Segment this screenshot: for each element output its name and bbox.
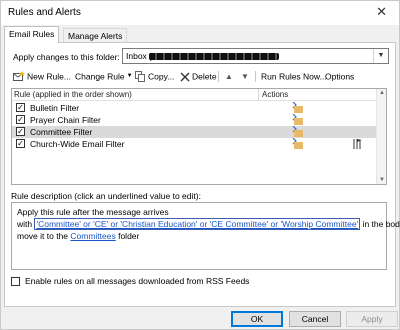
apply-changes-label: Apply changes to this folder: xyxy=(13,52,120,62)
rule-enabled-checkbox[interactable]: ✓ xyxy=(16,115,25,124)
delete-icon xyxy=(180,72,190,82)
new-rule-icon xyxy=(13,71,25,82)
tab-bar: Email Rules Manage Alerts xyxy=(4,26,396,43)
email-rules-panel: Apply changes to this folder: Inbox [ ▼ … xyxy=(4,42,400,307)
flag-icon xyxy=(353,139,362,149)
ok-button[interactable]: OK xyxy=(231,311,283,327)
rules-and-alerts-dialog: Rules and Alerts ✕ Email Rules Manage Al… xyxy=(0,0,400,330)
rules-list-header: Rule (applied in the order shown) Action… xyxy=(12,89,386,101)
scroll-down-icon[interactable]: ▼ xyxy=(377,177,387,183)
rule-name: Committee Filter xyxy=(30,127,93,137)
rule-name: Prayer Chain Filter xyxy=(30,115,101,125)
rss-checkbox[interactable] xyxy=(11,277,20,286)
column-header-actions[interactable]: Actions xyxy=(262,90,288,99)
rule-row-prayer-chain-filter[interactable]: ✓ Prayer Chain Filter xyxy=(12,114,376,126)
rule-description-label: Rule description (click an underlined va… xyxy=(11,191,201,201)
rules-toolbar: New Rule... Change Rule ▼ Copy... Delete … xyxy=(13,70,383,84)
window-title: Rules and Alerts xyxy=(8,7,81,18)
description-line-1: Apply this rule after the message arrive… xyxy=(17,207,169,217)
move-to-folder-icon xyxy=(292,114,303,125)
rule-enabled-checkbox[interactable]: ✓ xyxy=(16,139,25,148)
redacted-folder-name xyxy=(149,53,279,60)
run-rules-now-button[interactable]: Run Rules Now... xyxy=(261,70,327,83)
rules-list: Rule (applied in the order shown) Action… xyxy=(11,88,387,185)
tab-manage-alerts[interactable]: Manage Alerts xyxy=(63,28,128,42)
chevron-down-icon[interactable]: ▼ xyxy=(373,49,388,63)
folder-select-value: Inbox [ xyxy=(126,51,152,61)
rule-row-bulletin-filter[interactable]: ✓ Bulletin Filter xyxy=(12,102,376,114)
condition-words-link[interactable]: 'Committee' or 'CE' or 'Christian Educat… xyxy=(34,218,361,230)
rule-description-box: Apply this rule after the message arrive… xyxy=(11,202,400,270)
rule-name: Church-Wide Email Filter xyxy=(30,139,125,149)
rule-enabled-checkbox[interactable]: ✓ xyxy=(16,103,25,112)
options-button[interactable]: Options xyxy=(325,70,354,83)
target-folder-link[interactable]: Committees xyxy=(70,231,115,241)
description-line-3: move it to the Committees folder xyxy=(17,231,140,241)
rule-enabled-checkbox[interactable]: ✓ xyxy=(16,127,25,136)
column-header-rule[interactable]: Rule (applied in the order shown) xyxy=(14,90,132,99)
new-rule-button[interactable]: New Rule... xyxy=(13,70,71,83)
move-to-folder-icon xyxy=(292,102,303,113)
delete-button[interactable]: Delete xyxy=(180,70,217,83)
title-bar: Rules and Alerts ✕ xyxy=(1,1,399,25)
rule-row-church-wide-email-filter[interactable]: ✓ Church-Wide Email Filter xyxy=(12,138,376,150)
move-down-icon[interactable]: ▼ xyxy=(241,70,249,83)
toolbar-separator xyxy=(218,71,219,82)
apply-button[interactable]: Apply xyxy=(346,311,398,327)
rule-row-committee-filter[interactable]: ✓ Committee Filter xyxy=(12,126,376,138)
copy-button[interactable]: Copy... xyxy=(135,70,174,83)
copy-icon xyxy=(135,71,145,83)
toolbar-separator xyxy=(255,71,256,82)
rule-name: Bulletin Filter xyxy=(30,103,80,113)
folder-select[interactable]: Inbox [ ▼ xyxy=(122,48,389,64)
scroll-up-icon[interactable]: ▲ xyxy=(377,90,387,96)
dropdown-arrow-icon: ▼ xyxy=(126,73,133,80)
change-rule-button[interactable]: Change Rule ▼ xyxy=(75,70,133,83)
move-to-folder-icon xyxy=(292,138,303,149)
move-to-folder-icon xyxy=(292,126,303,137)
cancel-button[interactable]: Cancel xyxy=(289,311,341,327)
tab-email-rules[interactable]: Email Rules xyxy=(4,26,60,43)
move-up-icon[interactable]: ▲ xyxy=(225,70,233,83)
close-icon[interactable]: ✕ xyxy=(376,4,387,20)
rss-checkbox-label: Enable rules on all messages downloaded … xyxy=(25,276,250,286)
rules-list-scrollbar[interactable]: ▲ ▼ xyxy=(376,89,386,184)
description-line-2: with 'Committee' or 'CE' or 'Christian E… xyxy=(17,218,400,230)
column-divider[interactable] xyxy=(258,89,259,101)
